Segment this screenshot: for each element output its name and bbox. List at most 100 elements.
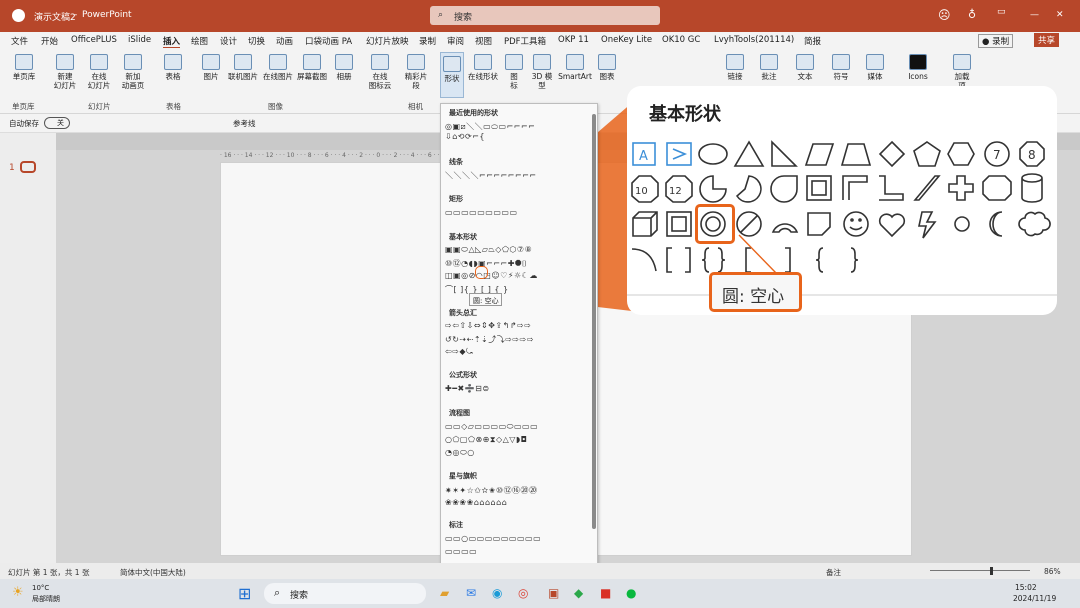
stars-row-1[interactable]: ✷✶✦☆✩✫✬⑩⑫⑯⑳⑳ bbox=[445, 485, 590, 496]
windows-start-icon[interactable]: ⊞ bbox=[238, 584, 251, 603]
tab-animations[interactable]: 动画 bbox=[276, 35, 293, 47]
language[interactable]: 简体中文(中国大陆) bbox=[120, 567, 186, 578]
highlight-clip-button[interactable]: 精彩片 段 bbox=[400, 54, 432, 90]
shapes-dropdown[interactable]: 最近使用的形状 ◎▣⧄＼＼▭⬭▭⌐⌐⌐⌐ ⇩⌂⟲⟳⌐{ 线条 ＼＼＼＼⌐⌐⌐⌐⌐… bbox=[440, 103, 598, 574]
icons-addin-button[interactable]: Icons bbox=[904, 54, 932, 81]
basic-row-1[interactable]: ▣▣⬭△◺▱⏢◇⬠⬡⑦⑧ bbox=[445, 245, 590, 255]
recent-shapes-row[interactable]: ◎▣⧄＼＼▭⬭▭⌐⌐⌐⌐ bbox=[445, 121, 590, 132]
basic-row-2[interactable]: ⑩⑫◔◖◗▣⌐⌐⌐✚⯃⌷ bbox=[445, 258, 590, 269]
media-button[interactable]: 媒体 bbox=[864, 54, 886, 81]
weather-icon[interactable]: ☀ bbox=[12, 585, 24, 600]
online-shapes-button[interactable]: 在线形状 bbox=[466, 54, 500, 81]
stars-row-2[interactable]: ❀❀❀❀⌂⌂⌂⌂⌂⌂ bbox=[445, 498, 590, 507]
tab-pdf[interactable]: PDF工具箱 bbox=[504, 35, 546, 47]
text-button[interactable]: 文本 bbox=[794, 54, 816, 81]
link-button[interactable]: 链接 bbox=[724, 54, 746, 81]
guides-label[interactable]: 参考线 bbox=[233, 118, 256, 129]
wechat-icon[interactable]: ● bbox=[626, 586, 636, 600]
rectangles-row[interactable]: ▭▭▭▭▭▭▭▭▭ bbox=[445, 208, 590, 217]
recent-shapes-row-2[interactable]: ⇩⌂⟲⟳⌐{ bbox=[445, 132, 590, 141]
search-box[interactable]: ⌕ 搜索 bbox=[430, 6, 660, 25]
zoom-level[interactable]: 86% bbox=[1044, 567, 1061, 576]
arrows-row-3[interactable]: ⇦⇨◆⤿ bbox=[445, 347, 590, 357]
tab-design[interactable]: 设计 bbox=[220, 35, 237, 47]
animation-page-button[interactable]: 新加 动画页 bbox=[118, 54, 148, 90]
screenshot-button[interactable]: 屏幕截图 bbox=[296, 54, 328, 81]
flowchart-row-2[interactable]: ○⬠▢⬠⊗⊕⧗◇△▽◗◘ bbox=[445, 435, 590, 445]
new-slide-button[interactable]: 新建 幻灯片 bbox=[50, 54, 80, 90]
temperature: 10°C bbox=[32, 584, 50, 592]
zoom-slider[interactable] bbox=[930, 570, 1030, 571]
comment-button[interactable]: 批注 bbox=[758, 54, 780, 81]
album-button[interactable]: 相册 bbox=[332, 54, 356, 81]
arrows-row-2[interactable]: ↺↻⇢⇠⇡⇣⤴⤵⇨⇨⇨⇨ bbox=[445, 334, 590, 345]
table-button[interactable]: 表格 bbox=[160, 54, 186, 81]
tab-draw[interactable]: 绘图 bbox=[191, 35, 208, 47]
3d-model-button[interactable]: 3D 模 型 bbox=[528, 54, 556, 90]
basic-row-4[interactable]: ⌒[ ]{ } [ ] { } bbox=[445, 284, 590, 295]
arrows-row-1[interactable]: ⇨⇦⇧⇩⇔⇕✥⇪↰↱⇨⇨ bbox=[445, 321, 590, 330]
slide-thumbnail[interactable] bbox=[20, 161, 36, 173]
selected-shape-donut[interactable] bbox=[695, 204, 735, 244]
tab-officeplus[interactable]: OfficePLUS bbox=[71, 35, 117, 45]
app-icon-2[interactable]: ■ bbox=[600, 586, 611, 600]
tab-transitions[interactable]: 切换 bbox=[248, 35, 265, 47]
tab-insert[interactable]: 插入 bbox=[163, 35, 181, 49]
smartart-button[interactable]: SmartArt bbox=[558, 54, 592, 81]
notes-button[interactable]: 备注 bbox=[826, 567, 841, 578]
mail-icon[interactable]: ✉ bbox=[466, 586, 476, 600]
online-picture-button[interactable]: 联机图片 bbox=[226, 54, 260, 81]
chart-button[interactable]: 图表 bbox=[596, 54, 618, 81]
edge-icon[interactable]: ◉ bbox=[492, 586, 502, 600]
tab-onekey[interactable]: OneKey Lite bbox=[601, 35, 652, 45]
shapes-button[interactable]: 形状 bbox=[440, 52, 464, 98]
tab-islide[interactable]: iSlide bbox=[128, 35, 151, 45]
addins-button[interactable]: 加载 项 bbox=[950, 54, 974, 90]
record-button[interactable]: ● 录制 bbox=[978, 34, 1014, 48]
picture-button[interactable]: 图片 bbox=[198, 54, 224, 81]
selected-shape-small[interactable] bbox=[475, 266, 488, 279]
basic-row-3[interactable]: ◫▣◎⊘◠◳☺♡⚡☼☾☁ bbox=[445, 271, 590, 280]
single-page-library-button[interactable]: 单页库 bbox=[6, 54, 42, 81]
tab-ok10[interactable]: OK10 GC bbox=[662, 35, 700, 45]
tab-lvyh[interactable]: LvyhTools(201114) bbox=[714, 35, 794, 45]
emoji-icon[interactable]: ☹ bbox=[938, 8, 951, 22]
ribbon-display-icon[interactable]: ▭ bbox=[997, 7, 1006, 17]
tab-home[interactable]: 开始 bbox=[41, 35, 58, 47]
tab-pocket-animation[interactable]: 口袋动画 PA bbox=[305, 35, 352, 47]
callouts-row-1[interactable]: ▭▭○▭▭▭▭▭▭▭▭▭ bbox=[445, 534, 590, 543]
app-icon[interactable]: ◆ bbox=[574, 586, 583, 600]
tab-file[interactable]: 文件 bbox=[11, 35, 28, 47]
web-picture-button[interactable]: 在线图片 bbox=[262, 54, 294, 81]
close-icon[interactable]: ✕ bbox=[1056, 10, 1064, 20]
chord-shape bbox=[735, 175, 762, 203]
label: 图片 bbox=[203, 72, 219, 81]
tab-okp[interactable]: OKP 11 bbox=[558, 35, 589, 45]
callouts-row-2[interactable]: ▭▭▭▭ bbox=[445, 547, 590, 556]
equation-row[interactable]: ✚━✖➗⊟⊜ bbox=[445, 384, 590, 393]
tab-review[interactable]: 审阅 bbox=[447, 35, 464, 47]
powerpoint-icon[interactable]: ▣ bbox=[548, 586, 559, 600]
file-explorer-icon[interactable]: ▰ bbox=[440, 586, 449, 600]
lines-row[interactable]: ＼＼＼＼⌐⌐⌐⌐⌐⌐⌐⌐ bbox=[445, 170, 590, 181]
online-slide-button[interactable]: 在线 幻灯片 bbox=[84, 54, 114, 90]
autosave-toggle[interactable]: 关 bbox=[44, 117, 70, 129]
symbol-button[interactable]: 符号 bbox=[830, 54, 852, 81]
icons-button[interactable]: 图 标 bbox=[504, 54, 524, 90]
icon-cloud-button[interactable]: 在线 图标云 bbox=[366, 54, 394, 90]
title-sep: - bbox=[74, 10, 78, 20]
flowchart-row-1[interactable]: ▭▭◇▱▭▭▭▭⬭▭▭▭ bbox=[445, 422, 590, 432]
minimize-icon[interactable]: — bbox=[1030, 10, 1039, 20]
tab-slideshow[interactable]: 幻灯片放映 bbox=[366, 35, 409, 47]
tab-record[interactable]: 录制 bbox=[419, 35, 436, 47]
share-button[interactable]: 共享 bbox=[1034, 33, 1060, 47]
dropdown-scrollbar[interactable] bbox=[592, 114, 596, 529]
taskbar-search[interactable]: ⌕ 搜索 bbox=[264, 583, 426, 604]
zoom-thumb[interactable] bbox=[990, 567, 993, 575]
tab-view[interactable]: 视图 bbox=[475, 35, 492, 47]
chrome-icon[interactable]: ◎ bbox=[518, 586, 528, 600]
tab-brief[interactable]: 简报 bbox=[804, 35, 821, 47]
search-icon: ⌕ bbox=[438, 10, 444, 20]
flowchart-row-3[interactable]: ◔◎⬭○ bbox=[445, 448, 590, 458]
lightbulb-icon[interactable]: ♁ bbox=[968, 8, 976, 21]
